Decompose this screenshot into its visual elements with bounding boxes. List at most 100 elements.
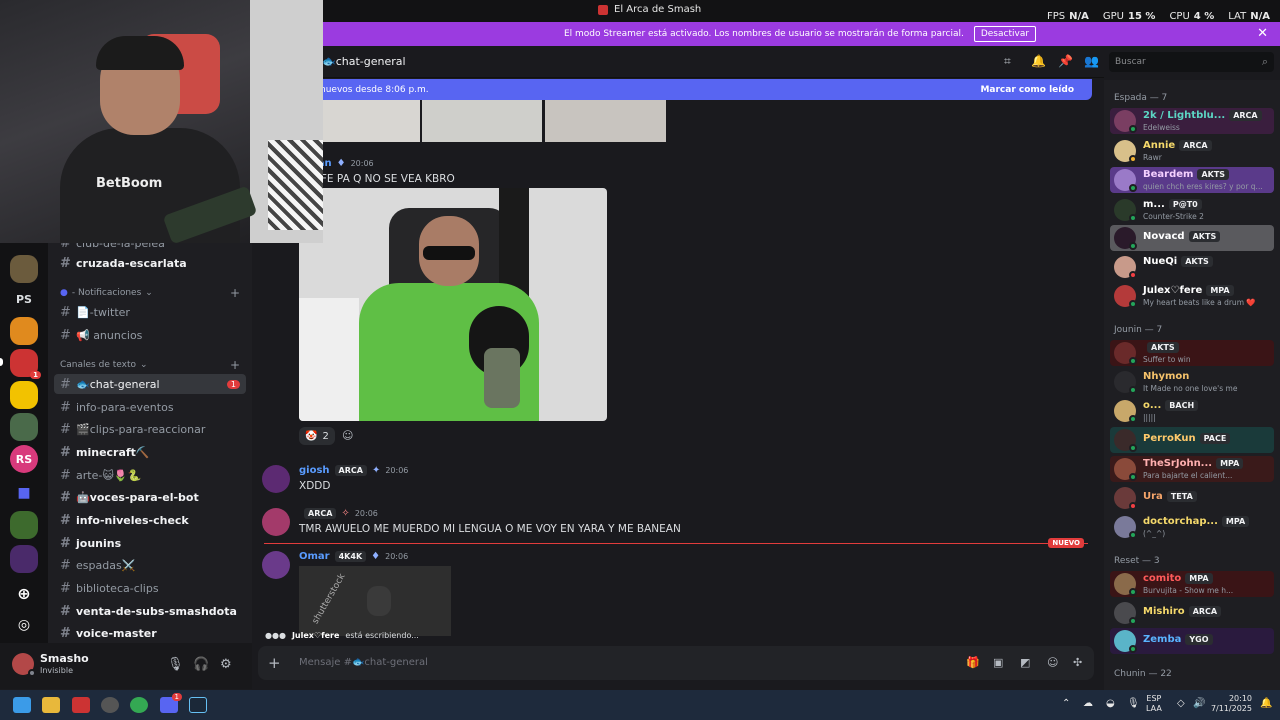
- channel-biblioteca-clips[interactable]: # biblioteca-clips: [54, 578, 246, 598]
- channel-minecraft[interactable]: # minecraft⛏️: [54, 442, 246, 462]
- user-name[interactable]: Smasho: [40, 652, 89, 665]
- server-icon-5[interactable]: [10, 511, 38, 539]
- message-composer[interactable]: + Mensaje #🐟chat-general 🎁 ▣ ◩ ☺ ✣: [258, 646, 1094, 680]
- avatar[interactable]: [262, 551, 290, 579]
- add-channel-icon[interactable]: +: [230, 286, 240, 300]
- member-item[interactable]: o... BACH |||||: [1110, 398, 1274, 424]
- category-notificaciones[interactable]: ● - Notificaciones ⌄ +: [60, 286, 240, 300]
- add-reaction-icon[interactable]: ☺: [342, 429, 353, 442]
- server-icon-arca[interactable]: 1: [10, 349, 41, 379]
- disable-streamer-button[interactable]: Desactivar: [973, 26, 1037, 42]
- member-item[interactable]: PerroKun PACE: [1110, 427, 1274, 453]
- threads-icon[interactable]: ⌗: [1004, 54, 1011, 69]
- server-icon-4[interactable]: [10, 413, 38, 441]
- microphone-icon[interactable]: 🎙: [1127, 698, 1140, 709]
- gift-icon[interactable]: 🎁: [966, 656, 980, 669]
- server-icon-smash[interactable]: [10, 545, 38, 573]
- member-item[interactable]: Novacd AKTS: [1110, 225, 1274, 251]
- gear-icon[interactable]: ⚙: [220, 657, 232, 672]
- member-item[interactable]: m... P@T0 Counter-Strike 2: [1110, 197, 1274, 223]
- channel-info-niveles-check[interactable]: # info-niveles-check: [54, 510, 246, 530]
- message-author[interactable]: giosh: [299, 465, 330, 476]
- network-icon[interactable]: ◒: [1106, 698, 1115, 709]
- search-input[interactable]: Buscar ⌕: [1109, 52, 1274, 72]
- channel-espadas[interactable]: # espadas⚔️: [54, 555, 246, 575]
- server-icon-1[interactable]: [10, 255, 38, 283]
- member-item[interactable]: AKTS Suffer to win: [1110, 340, 1274, 366]
- obs-icon[interactable]: [101, 697, 119, 713]
- member-item[interactable]: TheSrJohn... MPA Para bajarte el calient..…: [1110, 456, 1274, 482]
- member-group-title: Jounin — 7: [1114, 325, 1163, 335]
- window-title-text: El Arca de Smash: [614, 4, 702, 15]
- server-icon-rs[interactable]: RS: [10, 445, 38, 473]
- language-indicator[interactable]: ESP LAA: [1146, 694, 1162, 714]
- close-icon[interactable]: ✕: [1257, 26, 1268, 41]
- new-messages-banner[interactable]: nuevos desde 8:06 p.m. Marcar como leído: [310, 79, 1092, 100]
- chrome-icon[interactable]: [130, 697, 148, 713]
- add-attachment-icon[interactable]: +: [268, 654, 281, 672]
- image-attachment[interactable]: [545, 100, 666, 142]
- member-item[interactable]: Ura TETA: [1110, 485, 1274, 511]
- channel-anuncios[interactable]: # 📢 anuncios: [54, 325, 246, 345]
- channel-arte[interactable]: # arte-😺🌷🐍: [54, 465, 246, 485]
- channel-chat-general[interactable]: # 🐟chat-general 1: [54, 374, 246, 394]
- add-channel-icon[interactable]: +: [230, 358, 240, 372]
- member-item[interactable]: doctorchap... MPA (^_^): [1110, 514, 1274, 540]
- avatar[interactable]: [262, 508, 290, 536]
- channel-cruzada-escarlata[interactable]: # cruzada-escarlata: [54, 253, 246, 273]
- channel-voces-para-el-bot[interactable]: # 🤖voces-para-el-bot: [54, 487, 246, 507]
- pin-icon[interactable]: 📌: [1058, 54, 1073, 68]
- member-item[interactable]: Beardem AKTS quien chch eres kires? y por …: [1110, 167, 1274, 193]
- channel-voice-master[interactable]: # voice-master: [54, 623, 246, 643]
- avatar[interactable]: [262, 465, 290, 493]
- member-item[interactable]: Annie ARCA Rawr: [1110, 138, 1274, 164]
- member-item[interactable]: Nhymon It Made no one love's me: [1110, 369, 1274, 395]
- gif-icon[interactable]: ▣: [993, 656, 1003, 669]
- server-icon-2[interactable]: [10, 317, 38, 345]
- image-attachment[interactable]: [299, 188, 607, 421]
- reaction[interactable]: 🤡 2: [299, 427, 335, 445]
- member-item[interactable]: Julex♡fere MPA My heart beats like a drum …: [1110, 283, 1274, 309]
- file-explorer-icon[interactable]: [42, 697, 60, 713]
- add-server-icon[interactable]: ⊕: [10, 579, 38, 607]
- channel-clips-para-reaccionar[interactable]: # 🎬clips-para-reaccionar: [54, 419, 246, 439]
- microphone-icon[interactable]: 🎙: [167, 657, 184, 672]
- server-icon-ps[interactable]: PS: [10, 285, 38, 313]
- status-indicator: [1129, 300, 1137, 308]
- member-item[interactable]: Zemba YGO: [1110, 628, 1274, 654]
- message-author[interactable]: Omar: [299, 551, 330, 562]
- cloud-icon[interactable]: ☁: [1083, 698, 1093, 709]
- clock[interactable]: 20:10 7/11/2025: [1210, 694, 1252, 714]
- member-item[interactable]: comito MPA Burvujita - Show me h...: [1110, 571, 1274, 597]
- members-icon[interactable]: 👥: [1084, 54, 1099, 68]
- server-icon-3[interactable]: [10, 381, 38, 409]
- headphones-icon[interactable]: 🎧: [193, 657, 209, 672]
- image-attachment[interactable]: shutterstock: [299, 566, 451, 636]
- notification-icon[interactable]: 🔔: [1260, 698, 1272, 709]
- channel-twitter[interactable]: # 📄-twitter: [54, 302, 246, 322]
- member-item[interactable]: 2k / Lightblu... ARCA Edelweiss: [1110, 108, 1274, 134]
- steam-icon[interactable]: [189, 697, 207, 713]
- category-canales-de-texto[interactable]: Canales de texto ⌄ +: [60, 358, 240, 372]
- bell-icon[interactable]: 🔔: [1031, 54, 1046, 68]
- image-attachment[interactable]: [322, 100, 420, 142]
- windows-start-icon[interactable]: [13, 697, 31, 713]
- app-icon[interactable]: [72, 697, 90, 713]
- channel-jounins[interactable]: # jounins: [54, 533, 246, 553]
- apps-icon[interactable]: ✣: [1073, 656, 1082, 669]
- member-item[interactable]: NueQi AKTS: [1110, 254, 1274, 280]
- volume-icon[interactable]: 🔊: [1193, 698, 1205, 709]
- chevron-up-icon[interactable]: ⌃: [1062, 698, 1070, 709]
- channel-club-de-la-pelea[interactable]: # club-de-la-pelea: [54, 243, 246, 253]
- emoji-icon[interactable]: ☺: [1047, 656, 1058, 669]
- folder-icon[interactable]: ■: [10, 479, 38, 507]
- member-item[interactable]: Mishiro ARCA: [1110, 600, 1274, 626]
- sticker-icon[interactable]: ◩: [1020, 656, 1030, 669]
- discover-icon[interactable]: ◎: [10, 611, 38, 639]
- discord-icon[interactable]: 1: [160, 693, 182, 713]
- image-attachment[interactable]: [422, 100, 542, 142]
- wifi-icon[interactable]: ◇: [1177, 698, 1185, 709]
- channel-info-para-eventos[interactable]: # info-para-eventos: [54, 397, 246, 417]
- mark-as-read-button[interactable]: Marcar como leído: [980, 85, 1074, 95]
- channel-venta-de-subs-smashdota[interactable]: # venta-de-subs-smashdota: [54, 601, 246, 621]
